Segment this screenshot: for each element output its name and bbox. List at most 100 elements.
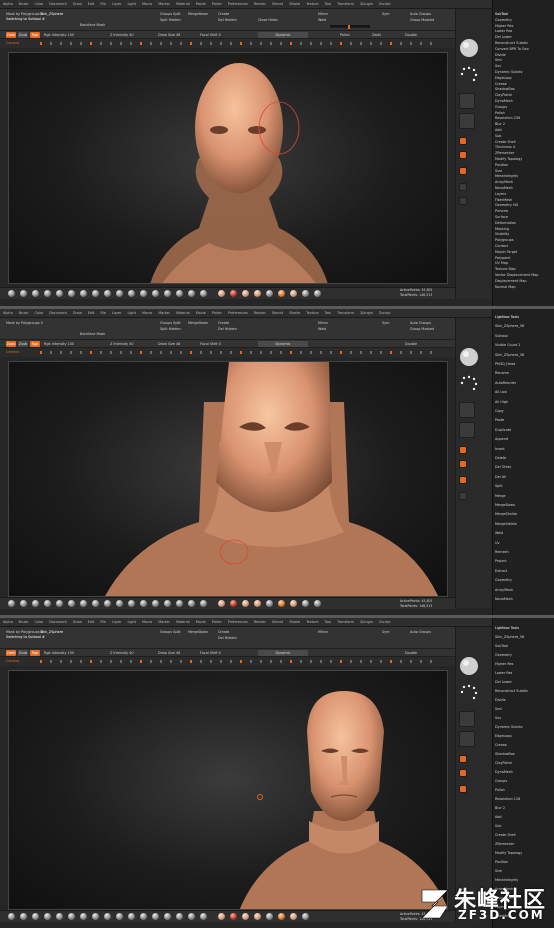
- zsub-button[interactable]: Zsub: [18, 32, 28, 38]
- canvas-viewport-2[interactable]: [8, 361, 448, 597]
- menu-item[interactable]: Zplugin: [360, 620, 373, 624]
- menu-item[interactable]: Draw: [73, 2, 82, 6]
- double-button[interactable]: Double: [405, 651, 417, 655]
- sphere-brush-icon[interactable]: [458, 37, 480, 59]
- menu-item[interactable]: Transform: [337, 2, 354, 6]
- persp-button[interactable]: [459, 151, 467, 159]
- menu-item[interactable]: Alpha: [3, 2, 13, 6]
- auto-groups-button[interactable]: Auto Groups: [410, 12, 431, 16]
- zsub-button[interactable]: Zsub: [18, 341, 28, 347]
- tray-item[interactable]: Modify Topology: [495, 157, 522, 161]
- material-ball-icon[interactable]: [176, 600, 183, 607]
- menu-item[interactable]: Preferences: [228, 620, 248, 624]
- material-ball-icon[interactable]: [104, 600, 111, 607]
- tray-item[interactable]: Remesh: [495, 550, 509, 554]
- tray-item[interactable]: NanoMesh: [495, 186, 513, 190]
- menu-item[interactable]: Edit: [88, 2, 95, 6]
- material-ball-icon[interactable]: [278, 913, 285, 920]
- local-button[interactable]: [459, 183, 467, 191]
- tray-item[interactable]: Create Shell: [495, 833, 516, 837]
- backface-mask-label[interactable]: Backface Mask: [80, 332, 105, 336]
- menu-item[interactable]: Macro: [142, 311, 152, 315]
- stroke-dots-icon[interactable]: [458, 65, 480, 87]
- menu-item[interactable]: Render: [254, 2, 266, 6]
- tray-item[interactable]: Del Other: [495, 465, 511, 469]
- tray-item[interactable]: Layers: [495, 192, 506, 196]
- menu-item[interactable]: Light: [127, 311, 135, 315]
- menu-item[interactable]: Material: [176, 2, 190, 6]
- menu-item[interactable]: Picker: [212, 620, 222, 624]
- frame-button[interactable]: [459, 197, 467, 205]
- dynamic-button[interactable]: Dynamic: [258, 341, 308, 347]
- menu-item[interactable]: Texture: [306, 311, 318, 315]
- z-intensity-slider[interactable]: Z Intensity 40: [110, 651, 134, 655]
- tray-item[interactable]: Copy: [495, 409, 504, 413]
- tray-item[interactable]: Split: [495, 484, 503, 488]
- tray-item[interactable]: Rename: [495, 371, 509, 375]
- close-holes-button[interactable]: Close Holes: [258, 18, 278, 22]
- material-ball-icon[interactable]: [290, 600, 297, 607]
- zsub-button[interactable]: Zsub: [18, 650, 28, 656]
- tray-item[interactable]: MergeDown: [495, 503, 515, 507]
- group-masked-button[interactable]: Group Masked: [410, 327, 434, 331]
- create-button[interactable]: Create: [218, 630, 229, 634]
- material-ball-icon[interactable]: [104, 913, 111, 920]
- material-ball-icon[interactable]: [20, 600, 27, 607]
- groups-split-button[interactable]: Groups Split: [160, 12, 181, 16]
- material-ball-icon[interactable]: [290, 913, 297, 920]
- group-masked-button[interactable]: Group Masked: [410, 18, 434, 22]
- material-ball-icon[interactable]: [188, 600, 195, 607]
- material-ball-icon[interactable]: [290, 290, 297, 297]
- tray-item[interactable]: Skin_ZSphere_58: [495, 635, 524, 639]
- tray-item[interactable]: ArrayMesh: [495, 180, 513, 184]
- tray-item[interactable]: Duplicate: [495, 428, 511, 432]
- material-ball-icon[interactable]: [8, 290, 15, 297]
- tray-item[interactable]: Blur 2: [495, 122, 505, 126]
- material-ball-icon[interactable]: [140, 290, 147, 297]
- menu-item[interactable]: Stencil: [272, 2, 283, 6]
- menu-item[interactable]: Picker: [212, 311, 222, 315]
- tray-item[interactable]: Del All: [495, 475, 506, 479]
- tray-item[interactable]: Insert: [495, 447, 505, 451]
- tray-item[interactable]: Geometry: [495, 653, 512, 657]
- menu-item[interactable]: Edit: [88, 311, 95, 315]
- material-ball-icon[interactable]: [128, 290, 135, 297]
- tray-item[interactable]: Resolution 256: [495, 116, 520, 120]
- menu-item[interactable]: Render: [254, 311, 266, 315]
- menu-item[interactable]: Zscript: [379, 620, 391, 624]
- rgb-intensity-slider[interactable]: Rgb Intensity 100: [44, 33, 74, 37]
- material-ball-icon[interactable]: [254, 913, 261, 920]
- menu-item[interactable]: Stroke: [289, 620, 300, 624]
- material-ball-icon[interactable]: [302, 600, 309, 607]
- rgb-button[interactable]: Rgb: [30, 341, 40, 347]
- tray-item[interactable]: PM3D_Head: [495, 362, 515, 366]
- material-ball-icon[interactable]: [200, 913, 207, 920]
- persp-button[interactable]: [459, 769, 467, 777]
- tray-item[interactable]: Groups: [495, 779, 507, 783]
- material-ball-icon[interactable]: [314, 600, 321, 607]
- tray-item[interactable]: Lightbox Tools: [495, 315, 519, 319]
- tray-item[interactable]: Preview: [495, 209, 508, 213]
- rgb-intensity-slider[interactable]: Rgb Intensity 100: [44, 342, 74, 346]
- mirror-button[interactable]: Mirror: [318, 321, 328, 325]
- tray-item[interactable]: Paste: [495, 418, 504, 422]
- material-ball-icon[interactable]: [140, 913, 147, 920]
- zadd-button[interactable]: Zadd: [6, 650, 16, 656]
- color-swatch[interactable]: [459, 755, 467, 763]
- material-ball-icon[interactable]: [128, 913, 135, 920]
- tray-item[interactable]: Polypaint: [495, 256, 511, 260]
- rgb-button[interactable]: Rgb: [30, 650, 40, 656]
- tray-item[interactable]: Lower Res: [495, 671, 512, 675]
- tray-item[interactable]: Suv: [495, 716, 501, 720]
- tray-item[interactable]: DynaMesh: [495, 770, 513, 774]
- tray-item[interactable]: Delete: [495, 456, 506, 460]
- menu-item[interactable]: Document: [49, 311, 67, 315]
- menu-item[interactable]: Tool: [325, 2, 332, 6]
- texture-tile[interactable]: [459, 731, 475, 747]
- tray-item[interactable]: EdgeLoop: [495, 76, 512, 80]
- menu-item[interactable]: Draw: [73, 620, 82, 624]
- material-ball-icon[interactable]: [176, 913, 183, 920]
- material-ball-icon[interactable]: [242, 913, 249, 920]
- material-ball-icon[interactable]: [80, 600, 87, 607]
- material-ball-icon[interactable]: [8, 600, 15, 607]
